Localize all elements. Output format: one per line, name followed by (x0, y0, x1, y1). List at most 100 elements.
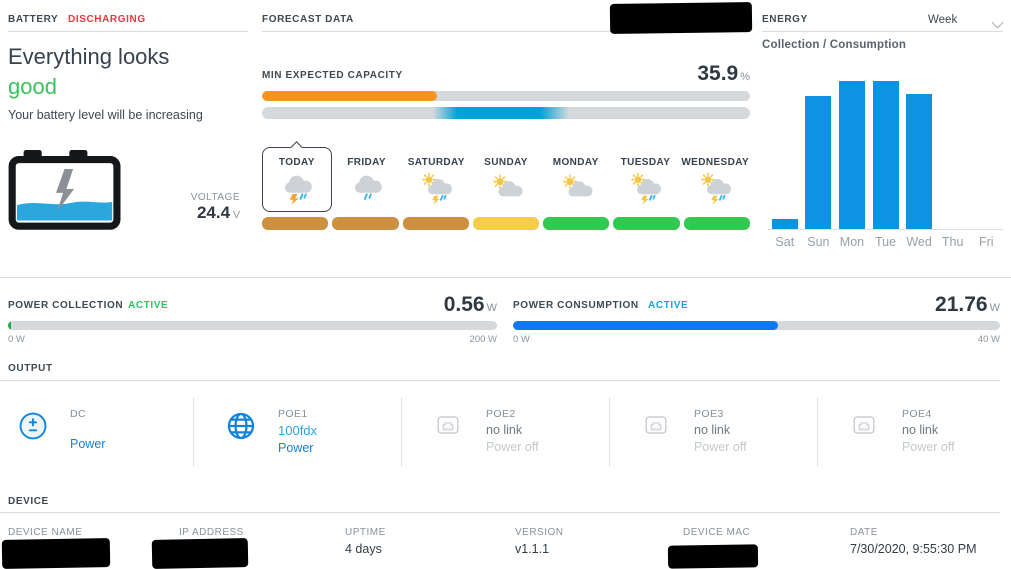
version-value: v1.1.1 (515, 542, 550, 556)
chevron-down-icon (991, 16, 1004, 29)
forecast-day-quality-bar (613, 217, 680, 230)
forecast-day-quality-bar (543, 217, 610, 230)
power-collection-status: ACTIVE (128, 300, 169, 311)
output-port-poe4: POE4 no link Power off (850, 400, 1011, 462)
output-port-poe1: POE1 100fdx Power (226, 400, 401, 462)
chart-bar-sat (771, 218, 798, 229)
output-port-poe2: POE2 no link Power off (434, 400, 609, 462)
power-consumption-status: ACTIVE (648, 300, 689, 311)
energy-bar-chart (768, 81, 1003, 230)
energy-header-divider (762, 31, 1003, 32)
voltage-value: 24.4 V (196, 203, 240, 222)
x-tick-label: Fri (978, 235, 994, 249)
forecast-day-label: TODAY (278, 157, 315, 168)
chart-bar-tue (872, 81, 899, 229)
port-link-status: no link (486, 423, 523, 437)
forecast-day-label: FRIDAY (347, 157, 386, 168)
forecast-window-bar-segment (262, 107, 750, 119)
power-consumption-bar-fill (513, 321, 778, 330)
rain-icon (348, 171, 386, 205)
device-section-title: DEVICE (8, 496, 49, 507)
dc-icon (18, 411, 48, 441)
power-collection-min: 0 W (8, 334, 25, 345)
power-consumption-max: 40 W (977, 334, 1000, 345)
forecast-day-sunday[interactable]: SUNDAY (471, 147, 541, 212)
device-name-label: DEVICE NAME (8, 527, 83, 538)
voltage-label: VOLTAGE (190, 192, 240, 203)
energy-chart-x-axis: Sat Sun Mon Tue Wed Thu Fri (768, 235, 1003, 249)
redaction-box-device-mac (667, 544, 759, 569)
sun-storm-icon (696, 171, 734, 205)
forecast-day-quality-bar (683, 217, 750, 230)
port-power-toggle[interactable]: Power (278, 441, 317, 455)
energy-period-dropdown[interactable]: Week (928, 11, 1004, 29)
storm-icon (278, 171, 316, 205)
chart-bar-wed (906, 94, 933, 229)
battery-subtitle: Your battery level will be increasing (8, 108, 203, 122)
uptime-label: UPTIME (345, 527, 386, 538)
voltage-unit: V (232, 209, 240, 221)
forecast-day-quality-bar (472, 217, 540, 230)
power-collection-bar-track (8, 321, 497, 330)
power-consumption-label: POWER CONSUMPTION (513, 300, 639, 311)
capacity-label: MIN EXPECTED CAPACITY (262, 70, 403, 81)
port-power-toggle[interactable]: Power off (694, 440, 747, 454)
redaction-box-forecast-header (609, 2, 753, 34)
forecast-section-title: FORECAST DATA (262, 14, 354, 25)
x-tick-label: Sat (775, 235, 795, 249)
redaction-box-device-name (1, 538, 111, 569)
section-divider (0, 277, 1011, 278)
battery-section-title: BATTERY (8, 14, 59, 25)
forecast-day-friday[interactable]: FRIDAY (332, 147, 402, 212)
power-collection-label: POWER COLLECTION (8, 300, 124, 311)
device-header-divider (0, 512, 1000, 513)
chart-bar-mon (838, 81, 865, 229)
power-collection-max: 200 W (469, 334, 497, 345)
power-collection-value: 0.56 W (443, 293, 497, 316)
capacity-unit: % (740, 71, 750, 83)
x-tick-label: Mon (839, 235, 865, 249)
forecast-day-label: WEDNESDAY (681, 157, 750, 168)
version-label: VERSION (515, 527, 564, 538)
port-name: DC (70, 408, 86, 420)
forecast-day-quality-bar (332, 217, 399, 230)
forecast-day-monday[interactable]: MONDAY (541, 147, 611, 212)
forecast-day-wednesday[interactable]: WEDNESDAY (680, 147, 750, 212)
port-link-status: no link (694, 423, 731, 437)
port-divider (193, 397, 194, 467)
forecast-day-tuesday[interactable]: TUESDAY (611, 147, 681, 212)
port-name: POE3 (694, 408, 724, 420)
forecast-day-label: MONDAY (552, 157, 599, 168)
forecast-day-today[interactable]: TODAY (262, 147, 332, 212)
port-link-status: no link (902, 423, 939, 437)
port-power-toggle[interactable]: Power off (902, 440, 955, 454)
capacity-bar-track (262, 91, 750, 101)
power-consumption-bar-track (513, 321, 1000, 330)
output-section-title: OUTPUT (8, 363, 53, 374)
uptime-value: 4 days (345, 542, 382, 556)
sun-storm-icon (417, 171, 455, 205)
power-consumption-value: 21.76 W (935, 293, 1000, 316)
port-power-toggle[interactable]: Power off (486, 440, 539, 454)
x-tick-label: Tue (874, 235, 897, 249)
x-tick-label: Sun (807, 235, 830, 249)
battery-header-divider (8, 31, 248, 32)
ethernet-icon (850, 411, 880, 441)
forecast-day-quality-bar (262, 217, 329, 230)
energy-chart-subtitle: Collection / Consumption (762, 39, 907, 51)
forecast-day-saturday[interactable]: SATURDAY (401, 147, 471, 212)
port-name: POE2 (486, 408, 516, 420)
port-link-status: 100fdx (278, 423, 318, 438)
output-header-divider (0, 380, 1000, 381)
port-power-toggle[interactable]: Power (70, 437, 105, 451)
output-port-poe3: POE3 no link Power off (642, 400, 817, 462)
forecast-day-label: SUNDAY (484, 157, 528, 168)
x-tick-label: Wed (906, 235, 932, 249)
port-name: POE1 (278, 408, 308, 420)
port-divider (817, 397, 818, 467)
date-label: DATE (850, 527, 878, 538)
port-divider (401, 397, 402, 467)
power-collection-bar-fill (8, 321, 11, 330)
chart-bar-sun (805, 95, 832, 229)
globe-icon (226, 411, 256, 441)
